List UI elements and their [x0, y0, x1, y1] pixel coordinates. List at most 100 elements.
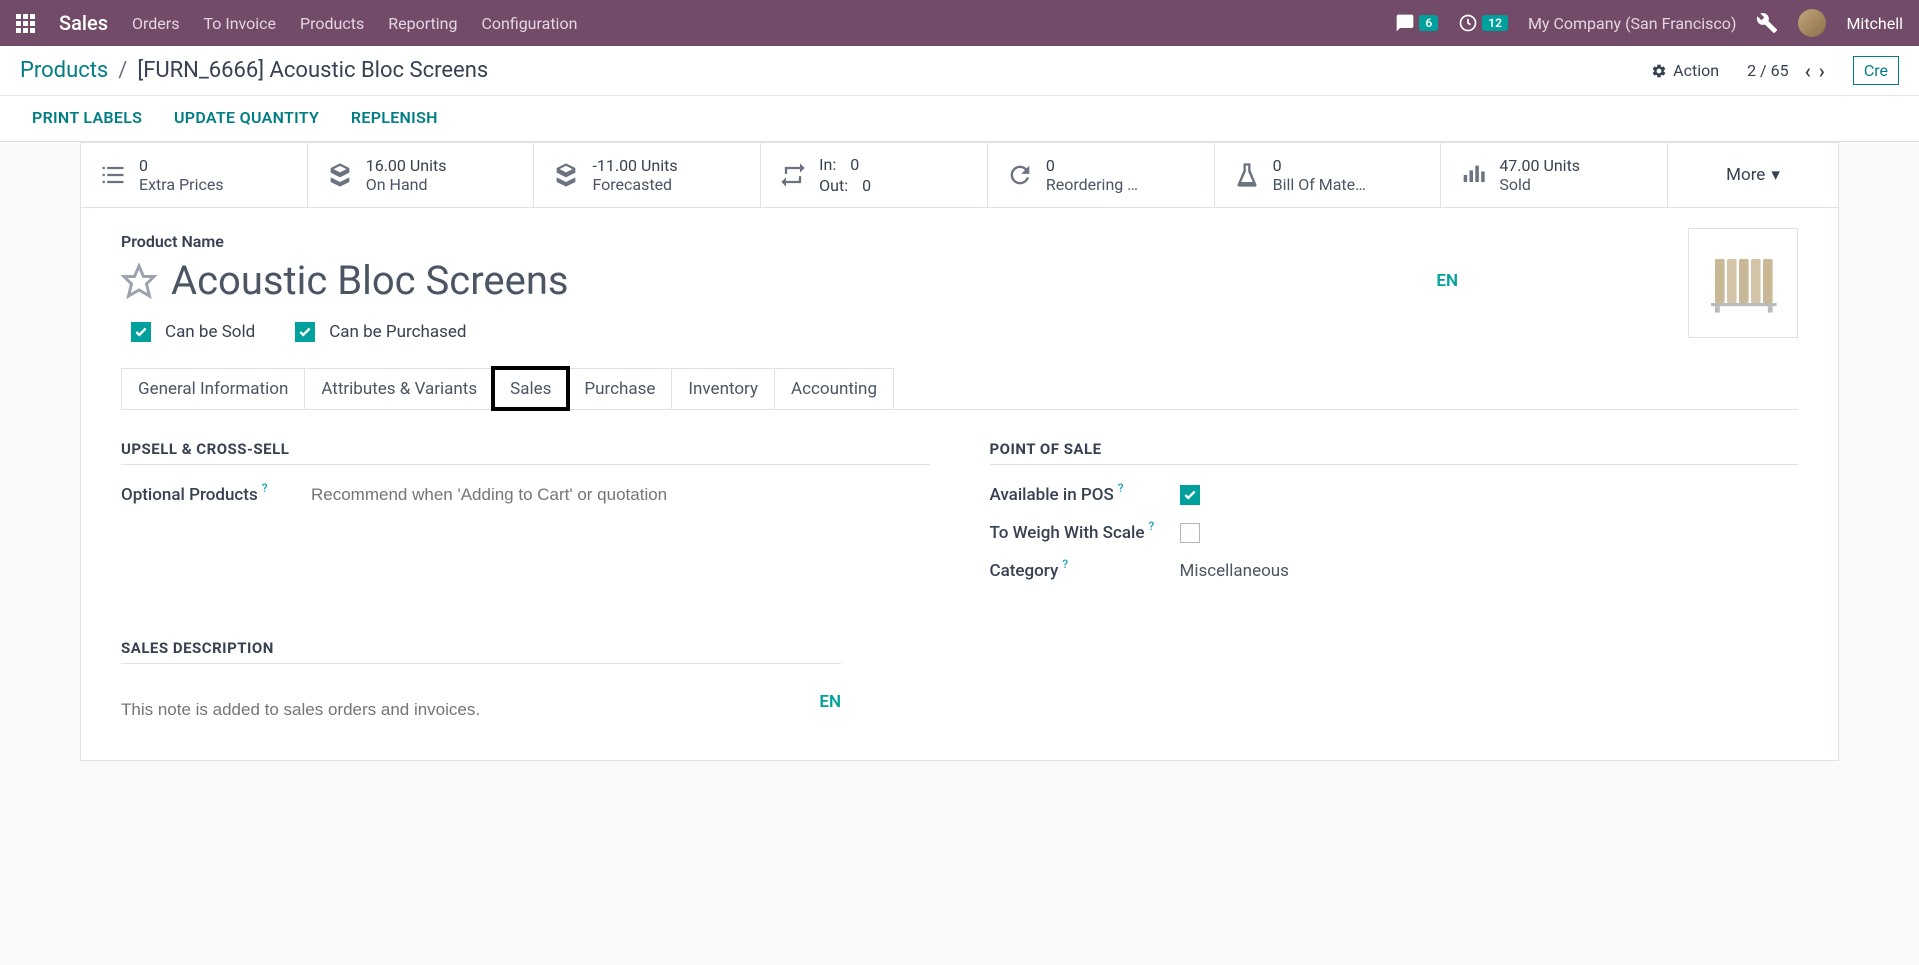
- actions-row: PRINT LABELS UPDATE QUANTITY REPLENISH: [0, 96, 1919, 142]
- breadcrumb-row: Products / [FURN_6666] Acoustic Bloc Scr…: [0, 46, 1919, 96]
- stat-on-hand[interactable]: 16.00 UnitsOn Hand: [308, 143, 535, 207]
- stat-sold[interactable]: 47.00 UnitsSold: [1441, 143, 1668, 207]
- avatar[interactable]: [1798, 9, 1826, 37]
- chat-icon: [1395, 13, 1415, 33]
- out-label: Out:: [819, 176, 848, 195]
- can-be-purchased-checkbox[interactable]: [295, 322, 315, 342]
- action-menu-label: Action: [1673, 61, 1719, 80]
- breadcrumb: Products / [FURN_6666] Acoustic Bloc Scr…: [20, 58, 488, 83]
- available-pos-checkbox[interactable]: [1180, 485, 1200, 505]
- product-name-input[interactable]: Acoustic Bloc Screens: [171, 257, 1422, 304]
- category-value[interactable]: Miscellaneous: [1180, 561, 1289, 581]
- breadcrumb-separator: /: [118, 58, 127, 83]
- sales-desc-title: SALES DESCRIPTION: [121, 639, 841, 664]
- in-value: 0: [850, 155, 859, 174]
- optional-products-label: Optional Products: [121, 485, 258, 505]
- apps-icon[interactable]: [16, 14, 35, 33]
- breadcrumb-parent[interactable]: Products: [20, 58, 108, 83]
- pager: 2 / 65 ‹ ›: [1747, 59, 1825, 83]
- form-sheet: 0Extra Prices 16.00 UnitsOn Hand -11.00 …: [80, 142, 1839, 761]
- available-pos-label: Available in POS: [990, 485, 1114, 505]
- messages-button[interactable]: 6: [1395, 13, 1438, 33]
- in-label: In:: [819, 155, 836, 174]
- sales-desc-input[interactable]: [121, 700, 819, 720]
- product-image[interactable]: [1688, 228, 1798, 338]
- bars-icon: [1459, 161, 1487, 189]
- stat-buttons-row: 0Extra Prices 16.00 UnitsOn Hand -11.00 …: [81, 143, 1838, 208]
- update-quantity-button[interactable]: UPDATE QUANTITY: [174, 108, 319, 127]
- desc-lang-badge[interactable]: EN: [819, 692, 841, 712]
- lang-badge[interactable]: EN: [1436, 271, 1458, 291]
- pager-prev[interactable]: ‹: [1805, 59, 1811, 83]
- nav-to-invoice[interactable]: To Invoice: [203, 14, 276, 33]
- stat-value: 0: [1046, 156, 1138, 175]
- stat-value: 0: [139, 156, 224, 175]
- clock-icon: [1458, 13, 1478, 33]
- weigh-scale-checkbox[interactable]: [1180, 523, 1200, 543]
- nav-configuration[interactable]: Configuration: [481, 14, 577, 33]
- tab-accounting[interactable]: Accounting: [774, 368, 894, 409]
- can-be-purchased-label: Can be Purchased: [329, 322, 466, 342]
- transfer-icon: [779, 161, 807, 189]
- stat-label: On Hand: [366, 175, 447, 194]
- nav-reporting[interactable]: Reporting: [388, 14, 457, 33]
- out-value: 0: [862, 176, 871, 195]
- help-icon[interactable]: ?: [1062, 557, 1068, 571]
- nav-orders[interactable]: Orders: [132, 14, 179, 33]
- refresh-icon: [1006, 161, 1034, 189]
- tab-sales[interactable]: Sales: [493, 368, 568, 409]
- create-button[interactable]: Cre: [1853, 56, 1899, 85]
- list-icon: [99, 161, 127, 189]
- activities-badge: 12: [1482, 15, 1508, 31]
- tools-icon[interactable]: [1756, 12, 1778, 34]
- gear-icon: [1651, 63, 1667, 79]
- stat-reordering[interactable]: 0Reordering …: [988, 143, 1215, 207]
- tab-purchase[interactable]: Purchase: [567, 368, 672, 409]
- tabs-bar: General Information Attributes & Variant…: [81, 350, 1838, 409]
- stat-extra-prices[interactable]: 0Extra Prices: [81, 143, 308, 207]
- messages-badge: 6: [1419, 15, 1438, 31]
- nav-products[interactable]: Products: [300, 14, 364, 33]
- stat-value: 0: [1273, 156, 1366, 175]
- tab-attributes-variants[interactable]: Attributes & Variants: [304, 368, 494, 409]
- category-label: Category: [990, 561, 1059, 581]
- product-name-label: Product Name: [121, 232, 1798, 251]
- favorite-star[interactable]: [121, 263, 157, 299]
- stat-in-out[interactable]: In:0 Out:0: [761, 143, 988, 207]
- stat-value: -11.00 Units: [592, 156, 677, 175]
- upsell-section-title: UPSELL & CROSS-SELL: [121, 440, 930, 465]
- company-selector[interactable]: My Company (San Francisco): [1528, 14, 1737, 33]
- flask-icon: [1233, 161, 1261, 189]
- pos-section-title: POINT OF SALE: [990, 440, 1799, 465]
- can-be-sold-checkbox[interactable]: [131, 322, 151, 342]
- user-name[interactable]: Mitchell: [1846, 14, 1903, 33]
- stat-more-button[interactable]: More ▾: [1668, 143, 1838, 207]
- help-icon[interactable]: ?: [262, 481, 268, 495]
- breadcrumb-current: [FURN_6666] Acoustic Bloc Screens: [137, 58, 488, 83]
- stat-label: Extra Prices: [139, 175, 224, 194]
- tab-general-information[interactable]: General Information: [121, 368, 305, 409]
- action-menu-button[interactable]: Action: [1651, 61, 1719, 80]
- pager-next[interactable]: ›: [1819, 59, 1825, 83]
- activities-button[interactable]: 12: [1458, 13, 1508, 33]
- print-labels-button[interactable]: PRINT LABELS: [32, 108, 142, 127]
- cubes-icon: [326, 161, 354, 189]
- caret-down-icon: ▾: [1771, 165, 1780, 185]
- top-navbar: Sales Orders To Invoice Products Reporti…: [0, 0, 1919, 46]
- help-icon[interactable]: ?: [1148, 519, 1154, 533]
- stat-label: Bill Of Mate…: [1273, 175, 1366, 194]
- tab-inventory[interactable]: Inventory: [671, 368, 775, 409]
- more-label: More: [1726, 165, 1765, 185]
- stat-value: 16.00 Units: [366, 156, 447, 175]
- help-icon[interactable]: ?: [1118, 481, 1124, 495]
- stat-bom[interactable]: 0Bill Of Mate…: [1215, 143, 1442, 207]
- replenish-button[interactable]: REPLENISH: [351, 108, 438, 127]
- can-be-sold-label: Can be Sold: [165, 322, 255, 342]
- weigh-scale-label: To Weigh With Scale: [990, 523, 1145, 543]
- stat-label: Sold: [1499, 175, 1580, 194]
- brand-title[interactable]: Sales: [59, 11, 108, 35]
- stat-label: Forecasted: [592, 175, 677, 194]
- pager-text[interactable]: 2 / 65: [1747, 61, 1789, 80]
- optional-products-input[interactable]: [311, 485, 930, 505]
- stat-forecasted[interactable]: -11.00 UnitsForecasted: [534, 143, 761, 207]
